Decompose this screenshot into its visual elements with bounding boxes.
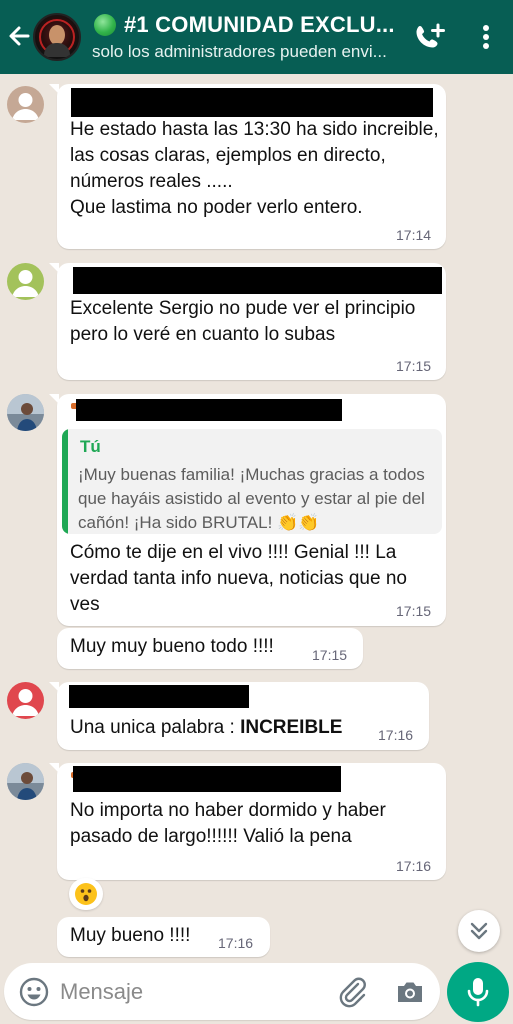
message-text: Muy muy bueno todo !!!! [70,636,274,657]
message-bubble[interactable]: Excelente Sergio no pude ver el principi… [49,263,446,380]
camera-icon[interactable] [395,977,425,1007]
sender-avatar[interactable] [7,263,44,300]
group-title[interactable]: #1 COMUNIDAD EXCLU... [124,12,395,38]
message-time: 17:15 [396,603,432,619]
message-text: No importa no haber dormido y haber pasa… [70,800,386,847]
message-composer [4,963,440,1020]
message-bubble[interactable]: He estado hasta las 13:30 ha sido increi… [49,84,446,249]
message-text: Cómo te dije en el vivo !!!! Genial !!! … [70,542,407,615]
reaction-badge[interactable] [69,878,103,910]
message-bubble[interactable]: Muy bueno !!!! 17:16 [57,917,270,957]
sender-avatar[interactable] [7,86,44,123]
sender-avatar[interactable] [7,682,44,719]
green-circle-emoji [94,14,116,36]
back-arrow-icon[interactable] [6,22,32,50]
message-bubble[interactable]: Una unica palabra : INCREIBLE 17:16 [49,682,429,750]
message-input[interactable] [60,975,260,1009]
message-time: 17:15 [396,358,432,374]
message-text: Muy bueno !!!! [70,925,191,946]
quoted-message[interactable]: Tú ¡Muy buenas familia! ¡Muchas gracias … [62,429,442,534]
message-text: He estado hasta las 13:30 ha sido increi… [70,119,439,218]
message-time: 17:15 [312,647,348,663]
chat-header: #1 COMUNIDAD EXCLU... solo los administr… [0,0,513,74]
message-time: 17:16 [218,935,254,951]
message-text: Excelente Sergio no pude ver el principi… [70,298,416,345]
scroll-to-bottom-button[interactable] [458,910,500,952]
more-vert-icon[interactable] [478,22,494,52]
redacted-sender-name [73,267,442,294]
message-bubble[interactable]: No importa no haber dormido y haber pasa… [49,763,446,880]
message-time: 17:14 [396,227,432,243]
redacted-sender-name [73,766,341,792]
message-time: 17:16 [396,858,432,874]
emoji-icon[interactable] [18,976,50,1008]
add-call-icon[interactable] [414,22,446,52]
redacted-sender-name [71,88,433,117]
redacted-sender-name [69,685,249,708]
paperclip-icon[interactable] [336,975,368,1009]
mic-button[interactable] [447,962,509,1022]
sender-avatar[interactable] [7,394,44,431]
bold-word: INCREIBLE [240,717,343,738]
group-subtitle[interactable]: solo los administradores pueden envi... [92,42,387,62]
sender-avatar[interactable] [7,763,44,800]
redacted-sender-name [76,399,342,421]
message-bubble[interactable]: Muy muy bueno todo !!!! 17:15 [57,628,363,669]
astonished-face-icon [75,883,97,905]
message-time: 17:16 [378,727,414,743]
mic-icon [467,978,489,1007]
chevrons-down-icon [470,922,488,940]
message-text: Una unica palabra : INCREIBLE [70,717,343,738]
quote-text: ¡Muy buenas familia! ¡Muchas gracias a t… [78,465,425,532]
quote-author: Tú [80,437,101,456]
group-avatar[interactable] [33,13,81,61]
